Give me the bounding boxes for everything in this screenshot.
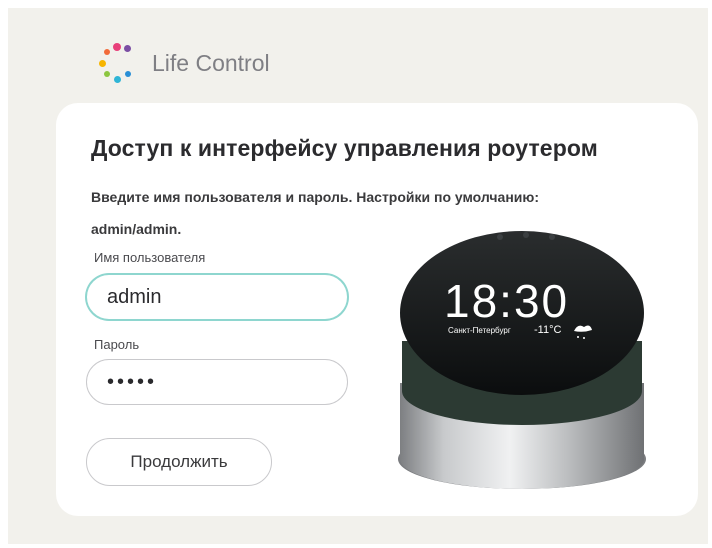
- login-card: Доступ к интерфейсу управления роутером …: [56, 103, 698, 516]
- continue-button[interactable]: Продолжить: [86, 438, 272, 486]
- brand-header: Life Control: [96, 38, 270, 88]
- page-title: Доступ к интерфейсу управления роутером: [91, 135, 598, 161]
- device-city: Санкт-Петербург: [448, 326, 511, 335]
- username-input[interactable]: [86, 274, 348, 320]
- device-temperature: -11°C: [534, 324, 561, 336]
- password-input[interactable]: [86, 359, 348, 405]
- device-time: 18:30: [444, 275, 569, 327]
- page-background: Life Control Доступ к интерфейсу управле…: [8, 8, 708, 544]
- brand-name: Life Control: [152, 49, 270, 76]
- smart-clock-device-image: 18:30 Санкт-Петербург -11°C: [398, 231, 646, 489]
- life-control-logo-icon: [96, 40, 142, 86]
- password-label: Пароль: [94, 337, 140, 352]
- username-label: Имя пользователя: [94, 250, 206, 265]
